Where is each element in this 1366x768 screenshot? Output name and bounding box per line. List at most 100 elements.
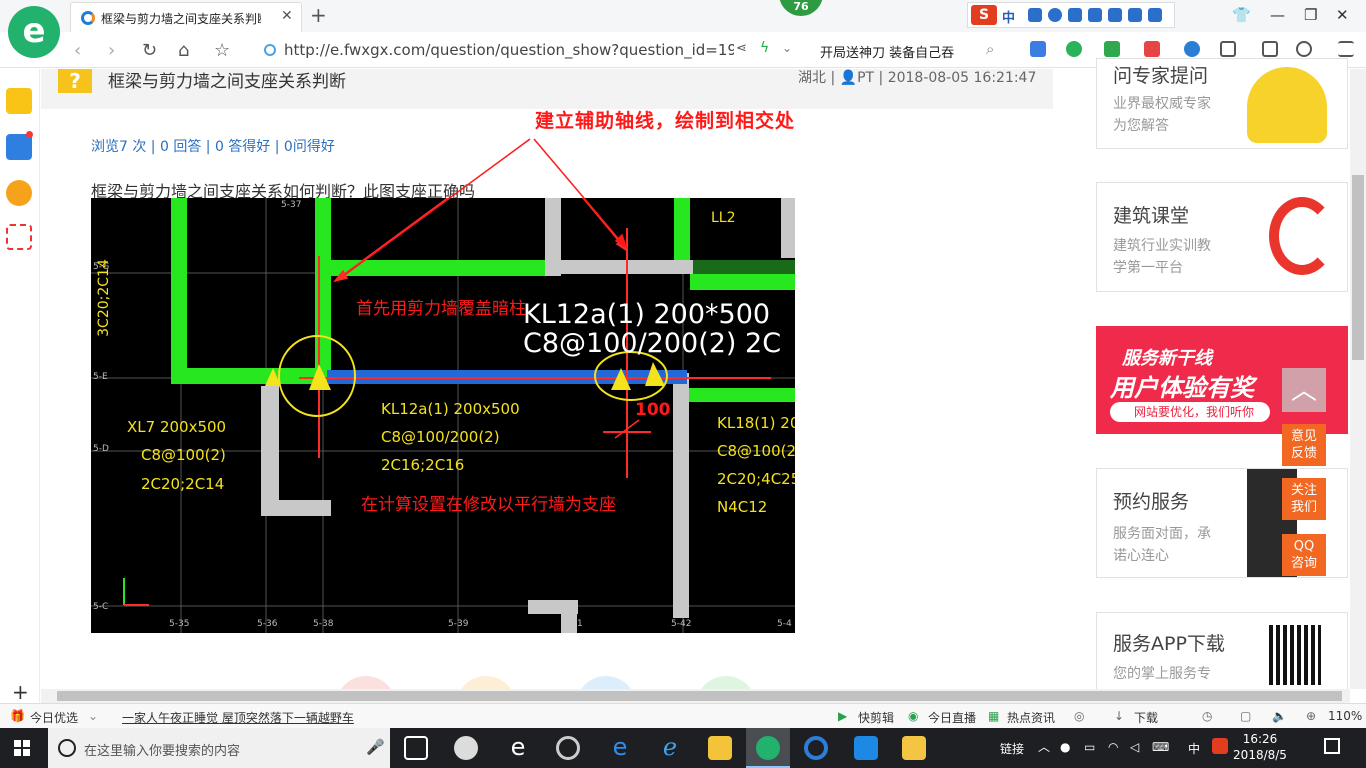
- card-ask-expert[interactable]: 问专家提问 业界最权威专家 为您解答: [1096, 58, 1348, 149]
- weibo-icon[interactable]: [6, 180, 32, 206]
- follow-us-button[interactable]: 关注 我们: [1282, 478, 1326, 520]
- minimize-icon[interactable]: —: [1270, 6, 1285, 24]
- sogou-ime-toolbar[interactable]: S 中: [967, 2, 1175, 28]
- taskbar-search-box[interactable]: 在这里输入你要搜索的内容 🎤: [48, 728, 390, 768]
- wrench-icon[interactable]: [1148, 8, 1162, 22]
- punctuation-icon[interactable]: [1028, 8, 1042, 22]
- apps-grid-icon[interactable]: [1220, 41, 1236, 57]
- file-explorer-icon[interactable]: [708, 736, 732, 760]
- volume-icon[interactable]: ◁: [1130, 740, 1139, 754]
- undo-icon[interactable]: [1296, 41, 1312, 57]
- kl18-label-3: 2C20;4C25: [717, 470, 795, 488]
- live-link[interactable]: 今日直播: [928, 709, 976, 726]
- gift-icon[interactable]: 🎁: [10, 709, 25, 723]
- tab-active[interactable]: 框梁与剪力墙之间支座关系判断_ ✕: [70, 2, 302, 32]
- forward-icon[interactable]: ›: [108, 40, 115, 61]
- spiral-app-icon[interactable]: [556, 736, 580, 760]
- card-subtitle: 业界最权威专家: [1113, 96, 1211, 112]
- url-text[interactable]: http://e.fwxgx.com/question/question_sho…: [284, 41, 734, 59]
- speed-icon[interactable]: ◎: [1074, 709, 1084, 723]
- wifi-icon[interactable]: ◠: [1108, 740, 1118, 754]
- keyboard-tray-icon[interactable]: ⌨: [1152, 740, 1169, 754]
- ie-edge-e-icon[interactable]: e: [506, 735, 530, 760]
- browser-logo-icon: e: [22, 11, 46, 51]
- zoom-search-icon[interactable]: [1184, 41, 1200, 57]
- news-ticker[interactable]: 一家人午夜正睡觉 屋顶突然落下一辆越野车: [122, 709, 354, 726]
- user-icon[interactable]: [1108, 8, 1122, 22]
- microphone-icon[interactable]: 🎤: [366, 738, 385, 756]
- qq-consult-button[interactable]: QQ 咨询: [1282, 534, 1326, 576]
- back-to-top-button[interactable]: ︿: [1282, 368, 1326, 412]
- task-view-icon[interactable]: [404, 736, 428, 760]
- horizontal-scroll-thumb[interactable]: [57, 691, 1342, 701]
- share-icon[interactable]: ⋖: [736, 41, 747, 56]
- shirt-icon[interactable]: [1128, 8, 1142, 22]
- notification-center-icon[interactable]: [1324, 738, 1340, 754]
- kuaijian-link[interactable]: 快剪辑: [858, 709, 894, 726]
- download-icon[interactable]: ↓: [1114, 709, 1124, 723]
- dropdown-chevron-icon[interactable]: ⌄: [782, 41, 792, 55]
- browser-task-icon[interactable]: [756, 736, 780, 760]
- hot-news-icon[interactable]: ▦: [988, 709, 999, 723]
- banner-line3: 网站要优化，我们听你: [1110, 402, 1270, 422]
- live-icon[interactable]: ◉: [908, 709, 918, 723]
- vertical-scrollbar[interactable]: [1350, 69, 1366, 689]
- restore-icon[interactable]: ❐: [1304, 6, 1317, 24]
- g-app-icon[interactable]: [804, 736, 828, 760]
- mute-icon[interactable]: 🔈: [1272, 709, 1287, 723]
- new-tab-button[interactable]: +: [310, 3, 327, 27]
- fan-app-icon[interactable]: [454, 736, 478, 760]
- close-window-icon[interactable]: ✕: [1336, 6, 1349, 24]
- address-ad-link[interactable]: 开局送神刀 装备自己吞: [820, 42, 954, 61]
- vertical-scroll-thumb[interactable]: [1352, 175, 1364, 360]
- tray-link-label[interactable]: 链接: [1000, 742, 1024, 756]
- translate-icon[interactable]: [1104, 41, 1120, 57]
- battery-icon[interactable]: ▭: [1084, 740, 1095, 754]
- zoom-icon[interactable]: ⊕: [1306, 709, 1316, 723]
- kuaijian-icon[interactable]: ▶: [838, 709, 847, 723]
- url-bar[interactable]: http://e.fwxgx.com/question/question_sho…: [258, 37, 808, 63]
- refresh-icon[interactable]: ↻: [142, 40, 157, 61]
- browser-logo[interactable]: e: [8, 6, 60, 58]
- emoji-icon[interactable]: [1048, 8, 1062, 22]
- download-link[interactable]: 下载: [1134, 709, 1158, 726]
- today-picks[interactable]: 今日优选: [30, 709, 78, 726]
- taskbar-clock[interactable]: 16:26 2018/8/5: [1228, 731, 1292, 763]
- shirt-skin-icon[interactable]: 👕: [1232, 6, 1251, 24]
- tray-bell-icon[interactable]: ●: [1060, 740, 1070, 754]
- zoom-level[interactable]: 110%: [1328, 709, 1362, 723]
- windows-start-icon[interactable]: [14, 740, 30, 756]
- feedback-button[interactable]: 意见 反馈: [1282, 424, 1326, 466]
- app-icon[interactable]: [1030, 41, 1046, 57]
- close-tab-icon[interactable]: ✕: [281, 8, 293, 24]
- card-app-download[interactable]: 服务APP下载 您的掌上服务专: [1096, 612, 1348, 692]
- card-building-class[interactable]: 建筑课堂 建筑行业实训教 学第一平台: [1096, 182, 1348, 292]
- edge-browser-icon[interactable]: e: [608, 735, 632, 760]
- hot-news-link[interactable]: 热点资讯: [1007, 709, 1055, 726]
- home-icon[interactable]: ⌂: [178, 40, 189, 61]
- tray-expand-icon[interactable]: ︿: [1038, 738, 1050, 755]
- scissors-icon[interactable]: [1144, 41, 1160, 57]
- favorite-star-icon[interactable]: ☆: [214, 40, 230, 61]
- shield-icon[interactable]: [1066, 41, 1082, 57]
- window-icon[interactable]: ▢: [1240, 709, 1251, 723]
- menu-icon[interactable]: [1338, 41, 1354, 57]
- internet-explorer-icon[interactable]: ℯ: [658, 735, 682, 760]
- favorites-star-icon[interactable]: [6, 88, 32, 114]
- question-stats[interactable]: 浏览7 次 | 0 回答 | 0 答得好 | 0问得好: [91, 136, 335, 156]
- back-icon[interactable]: ‹: [74, 40, 81, 61]
- sogou-tray-icon[interactable]: [1212, 738, 1228, 754]
- keyboard-icon[interactable]: [1088, 8, 1102, 22]
- search-icon[interactable]: ⌕: [986, 40, 994, 58]
- lightning-icon[interactable]: ϟ: [760, 40, 769, 56]
- ime-indicator[interactable]: 中: [1188, 740, 1200, 757]
- question-author[interactable]: PT: [857, 70, 874, 86]
- plus-app-icon[interactable]: [854, 736, 878, 760]
- mail-icon[interactable]: [6, 224, 32, 250]
- history-icon[interactable]: ◷: [1202, 709, 1212, 723]
- sidebar-add-icon[interactable]: +: [12, 680, 29, 704]
- mic-icon[interactable]: [1068, 8, 1082, 22]
- notes-app-icon[interactable]: [902, 736, 926, 760]
- phone-icon[interactable]: [1262, 41, 1278, 57]
- chevron-down-icon[interactable]: ⌄: [88, 709, 98, 723]
